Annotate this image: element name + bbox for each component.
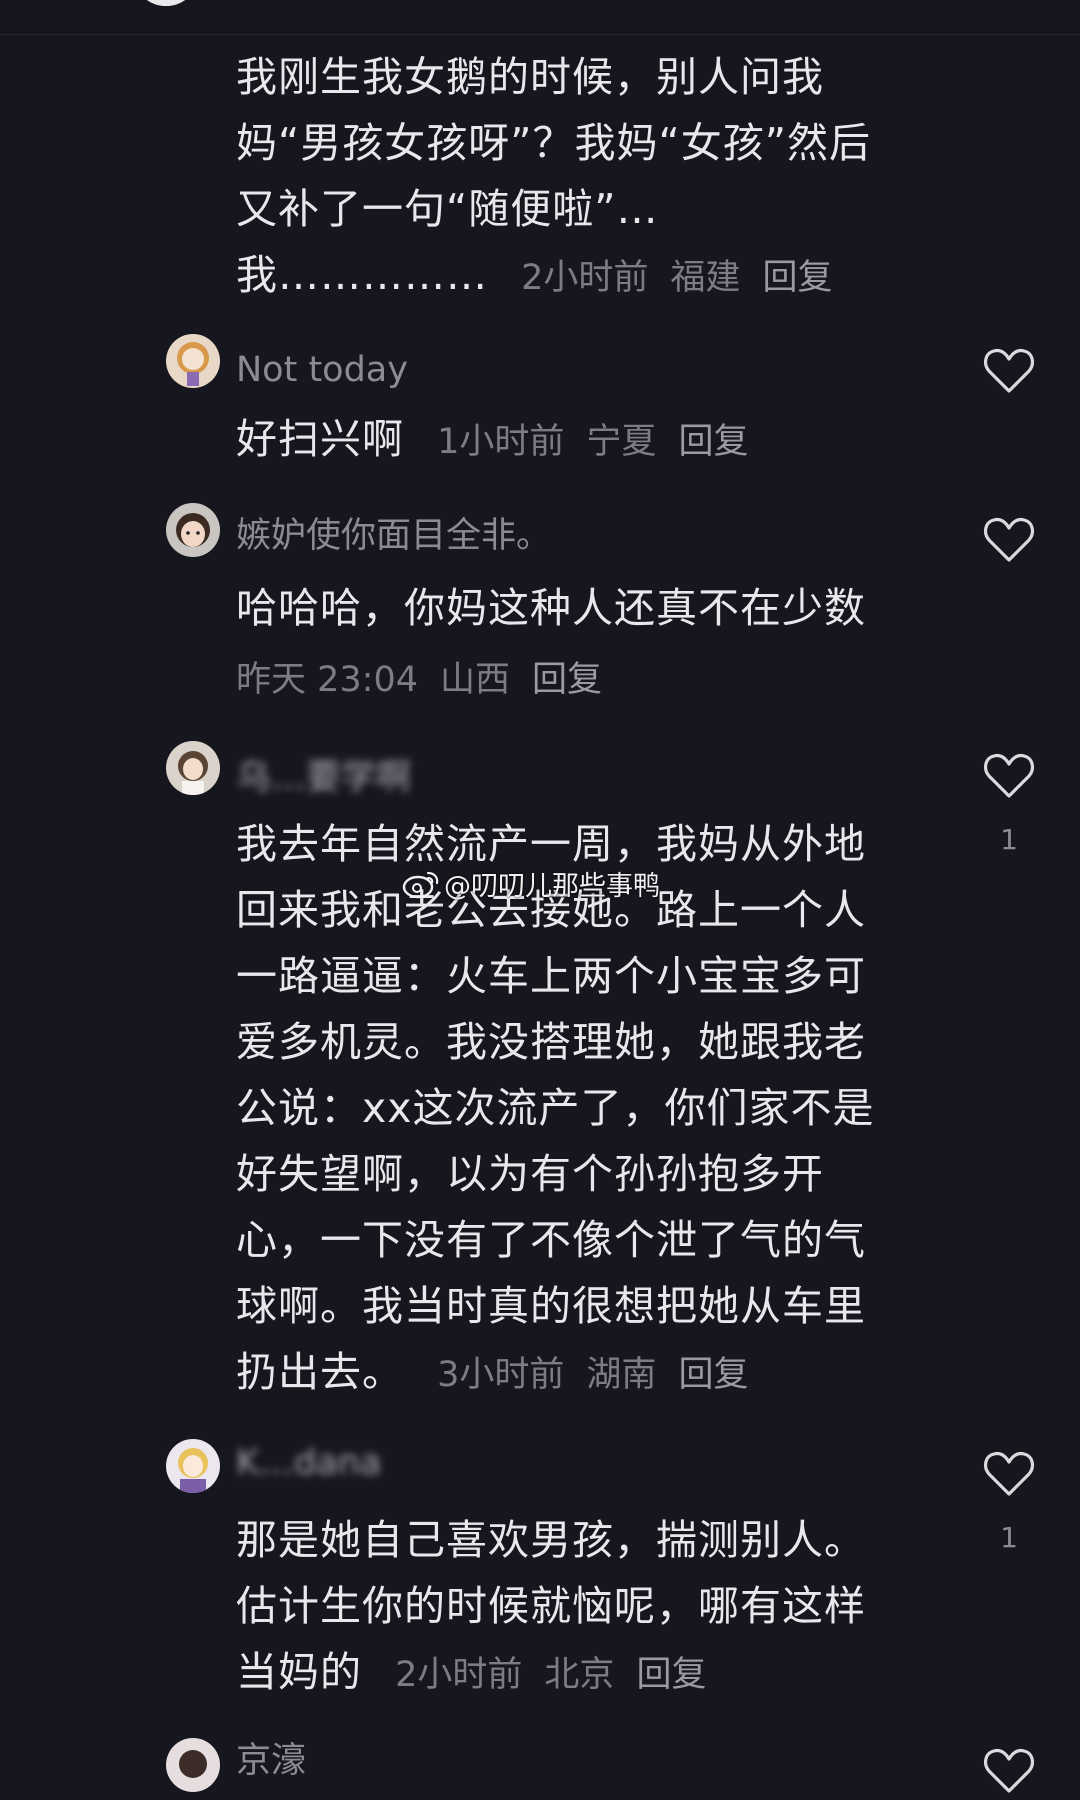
avatar[interactable] (166, 503, 220, 557)
comment-time: 昨天 23:04 (236, 660, 418, 700)
avatar[interactable] (138, 0, 194, 6)
heart-outline-icon (983, 753, 1035, 798)
comment-text: 我去年自然流产一周，我妈从外地回来我和老公去接她。路上一个人一路逼逼：火车上两个… (236, 820, 875, 1396)
like-button[interactable] (982, 1746, 1036, 1796)
reply-button[interactable]: 回复 (532, 660, 602, 700)
comment-body[interactable]: 那是她自己喜欢男孩，揣测别人。估计生你的时候就恼呢，哪有这样当妈的 2小时前 北京… (236, 1507, 906, 1708)
reply-button[interactable]: 回复 (678, 1355, 748, 1395)
avatar-image (166, 1439, 220, 1493)
comment-body[interactable]: 我去年自然流产一周，我妈从外地回来我和老公去接她。路上一个人一路逼逼：火车上两个… (236, 811, 906, 1408)
username[interactable]: 乌…要学啊 (236, 749, 411, 800)
avatar-image (166, 741, 220, 795)
comment-text: 哈哈哈，你妈这种人还真不在少数 (236, 584, 866, 632)
like-count: 1 (1000, 1521, 1018, 1554)
like-button[interactable] (982, 515, 1036, 565)
comment-location: 宁夏 (586, 422, 657, 462)
username[interactable]: 京濠 (236, 1732, 306, 1783)
like-button[interactable] (982, 1449, 1036, 1499)
comment-body[interactable]: 好扫兴啊 1小时前 宁夏 回复 (236, 406, 906, 475)
avatar[interactable] (166, 741, 220, 795)
comment-time: 2小时前 (395, 1655, 523, 1695)
comment-location: 湖南 (586, 1355, 657, 1395)
like-button[interactable] (982, 751, 1036, 801)
comment-time: 2小时前 (521, 258, 649, 298)
heart-outline-icon (983, 1748, 1035, 1793)
avatar[interactable] (166, 1439, 220, 1493)
avatar[interactable] (166, 334, 220, 388)
like-button[interactable] (982, 346, 1036, 396)
heart-outline-icon (983, 348, 1035, 393)
comment-body[interactable]: 哈哈哈，你妈这种人还真不在少数 昨天 23:04 山西 回复 (236, 575, 906, 713)
heart-outline-icon (983, 517, 1035, 562)
heart-outline-icon (983, 1451, 1035, 1496)
username[interactable]: 嫉妒使你面目全非。 (236, 507, 551, 558)
username[interactable]: K…dana (236, 1443, 381, 1483)
avatar-image (166, 334, 220, 388)
comment-location: 山西 (440, 660, 511, 700)
comment-time: 1小时前 (437, 422, 565, 462)
reply-button[interactable]: 回复 (762, 258, 832, 298)
top-divider (0, 0, 1080, 35)
avatar-image (166, 1738, 220, 1792)
reply-button[interactable]: 回复 (678, 422, 748, 462)
comment-body[interactable]: 我刚生我女鹅的时候，别人问我妈“男孩女孩呀”？我妈“女孩”然后又补了一句“随便啦… (236, 44, 906, 311)
avatar-image (166, 503, 220, 557)
like-count: 1 (1000, 823, 1018, 856)
reply-button[interactable]: 回复 (636, 1655, 706, 1695)
comment-location: 北京 (544, 1655, 615, 1695)
avatar[interactable] (166, 1738, 220, 1792)
comment-location: 福建 (670, 258, 741, 298)
comment-text: 好扫兴啊 (236, 415, 404, 463)
comment-time: 3小时前 (437, 1355, 565, 1395)
username[interactable]: Not today (236, 350, 408, 390)
